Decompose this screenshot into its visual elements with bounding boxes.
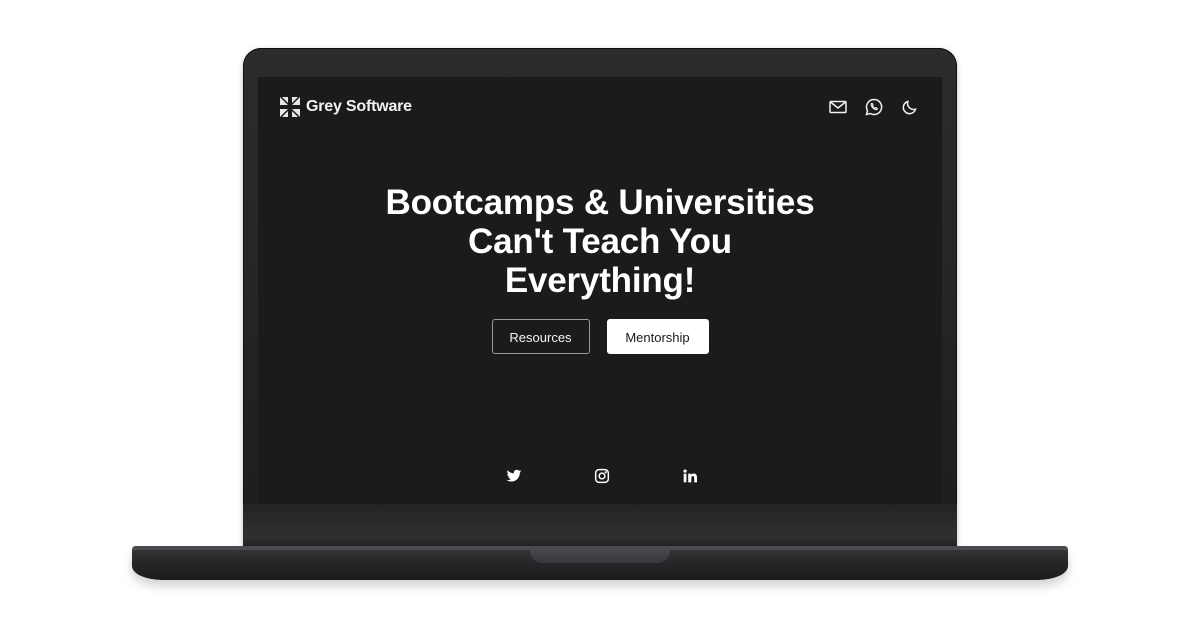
resources-button[interactable]: Resources [491, 319, 590, 354]
hero-buttons: Resources Mentorship [258, 319, 942, 354]
hero-title-line: Can't Teach You [468, 222, 732, 261]
nav-icons [812, 97, 920, 117]
laptop-notch [530, 547, 670, 563]
whatsapp-icon[interactable] [864, 97, 884, 117]
twitter-icon[interactable] [506, 468, 522, 484]
hero-title: Bootcamps & Universities Can't Teach You… [258, 183, 942, 300]
instagram-icon[interactable] [594, 468, 610, 484]
hero-title-line: Bootcamps & Universities [385, 183, 815, 222]
grey-software-logo-icon [280, 97, 300, 117]
brand-logo[interactable]: Grey Software [280, 97, 412, 117]
top-nav: Grey Software [280, 97, 920, 119]
moon-icon[interactable] [900, 97, 920, 117]
laptop-bezel-bottom [243, 504, 957, 550]
hero-title-line: Everything! [504, 261, 696, 300]
social-links [258, 468, 942, 484]
mentorship-button[interactable]: Mentorship [606, 319, 709, 354]
brand-name: Grey Software [306, 98, 412, 115]
mail-icon[interactable] [828, 97, 848, 117]
laptop-screen: Grey Software Bootcamps & Universities C… [258, 77, 942, 504]
linkedin-icon[interactable] [682, 468, 698, 484]
